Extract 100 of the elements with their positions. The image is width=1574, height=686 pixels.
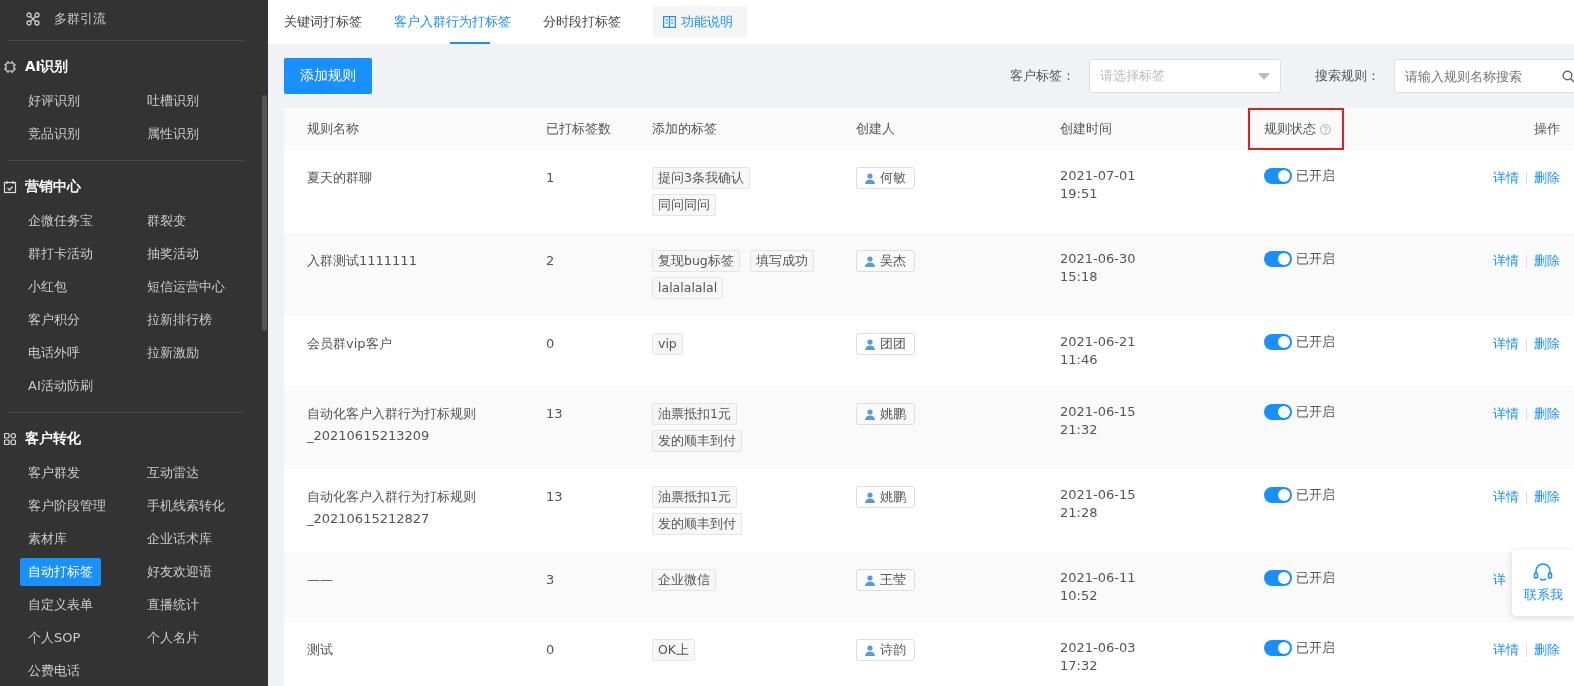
tag-count: 13	[546, 488, 564, 506]
person-icon	[865, 255, 875, 267]
toggle-switch[interactable]	[1264, 640, 1292, 656]
sidebar-item[interactable]: 手机线索转化	[139, 492, 233, 520]
tag-count: 3	[546, 571, 556, 589]
creator-chip: 姚鹏	[856, 486, 915, 508]
tab[interactable]: 关键词打标签	[284, 0, 380, 44]
sidebar-item[interactable]: 公费电话	[20, 657, 88, 685]
column-header: 已打标签数	[546, 120, 611, 138]
sidebar-item[interactable]: 客户群发	[20, 459, 88, 487]
person-icon	[865, 408, 875, 420]
person-icon	[865, 644, 875, 656]
sidebar-item[interactable]: 多群引流	[54, 10, 106, 28]
sidebar-item[interactable]: 素材库	[20, 525, 75, 553]
creator-chip: 吴杰	[856, 250, 915, 272]
rule-name: 入群测试1111111	[307, 252, 418, 270]
column-header: 创建人	[856, 120, 895, 138]
sidebar-item[interactable]: 拉新激励	[139, 339, 207, 367]
tag-chip: 同问同问	[652, 194, 716, 216]
sidebar-item[interactable]: AI活动防刷	[20, 372, 101, 400]
toggle-switch[interactable]	[1264, 168, 1292, 184]
chip-icon	[3, 60, 17, 74]
created-time: 2021-06-21 11:46	[1060, 333, 1137, 369]
toggle-switch[interactable]	[1264, 251, 1292, 267]
sidebar-item[interactable]: 个人SOP	[20, 624, 89, 652]
column-header: 操作	[1534, 120, 1560, 138]
person-icon	[865, 574, 875, 586]
sidebar-item[interactable]: 直播统计	[139, 591, 207, 619]
tag-chip: 油票抵扣1元	[652, 486, 737, 508]
rule-name: 测试	[307, 641, 334, 659]
filter-label: 客户标签：	[1010, 67, 1075, 85]
status-label: 已开启	[1296, 403, 1335, 421]
person-icon	[865, 491, 875, 503]
section-title: 客户转化	[25, 430, 81, 448]
sidebar-item[interactable]: 吐槽识别	[139, 87, 207, 115]
section-title: AI识别	[25, 58, 69, 76]
status-label: 已开启	[1296, 569, 1335, 587]
search-field[interactable]: 请输入规则名称搜索	[1394, 59, 1574, 93]
sidebar-item[interactable]: 电话外呼	[20, 339, 88, 367]
scrollbar[interactable]	[262, 95, 267, 331]
created-time: 2021-06-15 21:28	[1060, 486, 1137, 522]
toggle-switch[interactable]	[1264, 570, 1292, 586]
sidebar-item[interactable]: 抽奖活动	[139, 240, 207, 268]
calendar-check-icon	[3, 180, 17, 194]
creator-chip: 何敏	[856, 167, 915, 189]
sidebar-item[interactable]: 属性识别	[139, 120, 207, 148]
column-header: 规则名称	[307, 120, 359, 138]
sidebar-item[interactable]: 自定义表单	[20, 591, 101, 619]
tag-chip: 发的顺丰到付	[652, 513, 742, 535]
sidebar-item[interactable]: 好评识别	[20, 87, 88, 115]
sidebar-item[interactable]: 小红包	[20, 273, 75, 301]
sidebar-item[interactable]: 好友欢迎语	[139, 558, 220, 586]
tag-chip: vip	[652, 333, 683, 355]
tag-count: 13	[546, 405, 564, 423]
tag-chip: lalalalalal	[652, 277, 724, 299]
network-icon	[26, 12, 40, 26]
tab[interactable]: 分时段打标签	[543, 0, 639, 44]
tag-count: 0	[546, 641, 556, 659]
section-title: 营销中心	[25, 178, 81, 196]
filter-label: 搜索规则：	[1315, 67, 1380, 85]
sidebar-item[interactable]: 企业话术库	[139, 525, 220, 553]
sidebar-item[interactable]: 企微任务宝	[20, 207, 101, 235]
creator-chip: 诗韵	[856, 639, 915, 661]
rule-name: ——	[307, 571, 334, 589]
status-label: 已开启	[1296, 167, 1335, 185]
sidebar-item[interactable]: 群裂变	[139, 207, 194, 235]
rule-name: 自动化客户入群行为打标规则_20210615213209	[307, 405, 477, 445]
created-time: 2021-06-30 15:18	[1060, 250, 1137, 286]
tag-chip: 填写成功	[749, 250, 814, 272]
help-icon	[1320, 123, 1331, 135]
status-label: 已开启	[1296, 250, 1335, 268]
tag-count: 0	[546, 335, 556, 353]
sidebar-item[interactable]: 群打卡活动	[20, 240, 101, 268]
tag-chip: 复现bug标签	[652, 250, 740, 272]
tag-chip: 油票抵扣1元	[652, 403, 737, 425]
toggle-switch[interactable]	[1264, 487, 1292, 503]
sidebar-item[interactable]: 客户阶段管理	[20, 492, 114, 520]
sidebar-item[interactable]: 个人名片	[139, 624, 207, 652]
sidebar-item[interactable]: 竞品识别	[20, 120, 88, 148]
tag-chip: 企业微信	[652, 569, 716, 591]
sidebar-item[interactable]: 拉新排行榜	[139, 306, 220, 334]
created-time: 2021-06-03 17:32	[1060, 639, 1137, 675]
status-label: 已开启	[1296, 486, 1335, 504]
creator-chip: 姚鹏	[856, 403, 915, 425]
column-header: 规则状态	[1264, 120, 1316, 138]
toggle-switch[interactable]	[1264, 334, 1292, 350]
tag-chip: OK上	[652, 639, 696, 661]
status-label: 已开启	[1296, 639, 1335, 657]
tag-count: 1	[546, 169, 556, 187]
sidebar-item[interactable]: 短信运营中心	[139, 273, 233, 301]
sidebar-item[interactable]: 客户积分	[20, 306, 88, 334]
toggle-switch[interactable]	[1264, 404, 1292, 420]
sidebar-item[interactable]: 互动雷达	[139, 459, 207, 487]
column-header: 创建时间	[1060, 120, 1112, 138]
rule-name: 夏天的群聊	[307, 169, 373, 187]
tag-chip: 发的顺丰到付	[652, 430, 742, 452]
rule-name: 会员群vip客户	[307, 335, 393, 353]
search-icon	[1562, 70, 1574, 83]
dropdown-caret-icon	[1258, 72, 1270, 80]
created-time: 2021-06-11 10:52	[1060, 569, 1137, 605]
